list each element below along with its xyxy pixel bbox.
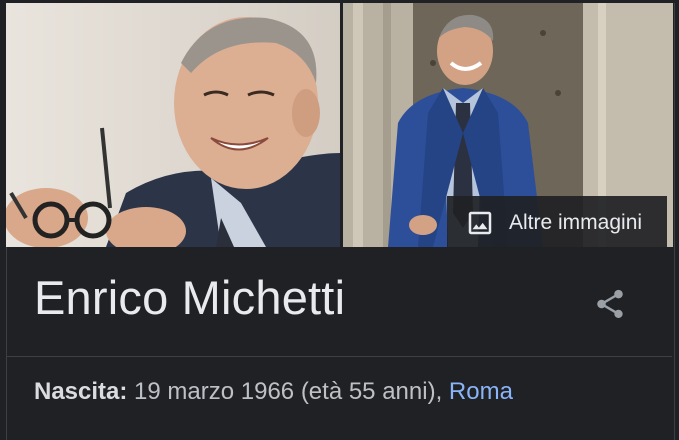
fact-birth: Nascita: 19 marzo 1966 (età 55 anni), Ro…: [34, 377, 513, 407]
fact-birth-label: Nascita:: [34, 378, 128, 405]
entity-photo-main[interactable]: [6, 3, 340, 247]
image-icon: [468, 211, 492, 235]
entity-title: Enrico Michetti: [34, 271, 346, 324]
fact-birth-value: 19 marzo 1966 (età 55 anni),: [127, 378, 449, 405]
birth-place-link[interactable]: Roma: [449, 378, 513, 405]
portrait-photo: [6, 3, 340, 247]
more-images-label: Altre immagini: [509, 211, 643, 234]
more-images-button[interactable]: Altre immagini: [447, 196, 667, 247]
share-icon: [597, 289, 623, 319]
divider: [7, 356, 672, 357]
entity-photo-secondary[interactable]: Altre immagini: [343, 3, 673, 247]
share-button[interactable]: [590, 284, 630, 324]
